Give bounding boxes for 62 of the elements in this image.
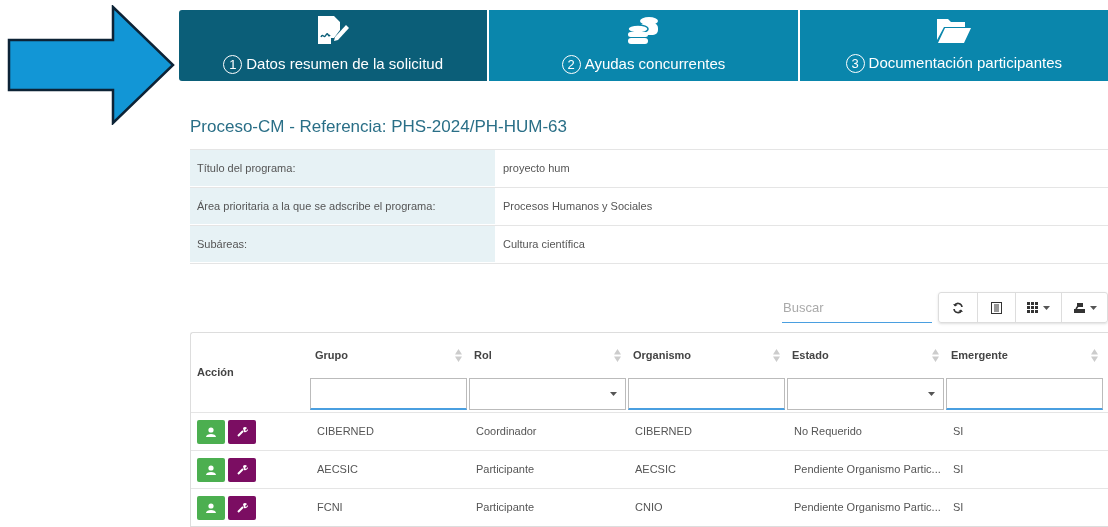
- step-tab[interactable]: 1 Datos resumen de la solicitud: [179, 10, 488, 81]
- refresh-icon: [952, 301, 964, 314]
- table-cell-text: Pendiente Organismo Partic...: [794, 500, 941, 516]
- export-icon: [1072, 301, 1086, 314]
- sort-icon: [932, 349, 939, 362]
- detail-label: Título del programa:: [190, 150, 495, 187]
- sort-icon: [1091, 349, 1098, 362]
- wrench-button[interactable]: [228, 495, 256, 520]
- filter-dropdown[interactable]: [787, 378, 944, 410]
- detail-label: Área prioritaria a la que se adscribe el programa:: [190, 188, 495, 225]
- document-pen-icon: [316, 15, 351, 45]
- caret-icon: [1043, 305, 1050, 310]
- table-cell-text: Participante: [476, 462, 535, 478]
- table-cell-text: Pendiente Organismo Partic...: [794, 462, 941, 478]
- coins-icon: [626, 15, 661, 45]
- wrench-icon: [236, 426, 248, 437]
- sort-icon: [614, 349, 621, 362]
- table-cell-text: CNIO: [635, 500, 663, 516]
- caret-icon: [610, 392, 617, 396]
- table-cell-text: SI: [953, 462, 964, 478]
- table-cell-text: SI: [953, 500, 964, 516]
- wrench-button[interactable]: [228, 457, 256, 482]
- detail-label: Subáreas:: [190, 226, 495, 263]
- filter-field[interactable]: [946, 378, 1103, 410]
- filter-field[interactable]: [628, 378, 785, 410]
- page-heading: Proceso-CM - Referencia: PHS-2024/PH-HUM-63: [190, 115, 568, 138]
- folder-icon: [935, 16, 972, 44]
- table-cell-text: AECSIC: [635, 462, 676, 478]
- detail-value: proyecto hum: [502, 161, 571, 177]
- user-icon: [206, 502, 216, 513]
- sort-icon: [455, 349, 462, 362]
- filter-field[interactable]: [310, 378, 467, 410]
- column-header[interactable]: Rol: [469, 333, 626, 378]
- detail-value: Cultura científica: [502, 237, 586, 253]
- table-cell-text: CIBERNED: [635, 424, 692, 440]
- wrench-icon: [236, 464, 248, 475]
- table-cell-text: AECSIC: [317, 462, 358, 478]
- column-header[interactable]: Organismo: [628, 333, 785, 378]
- step-tab[interactable]: 2 Ayudas concurrentes: [489, 10, 798, 81]
- user-icon: [206, 464, 216, 475]
- column-header[interactable]: Estado: [787, 333, 944, 378]
- column-header[interactable]: Grupo: [310, 333, 467, 378]
- grid-icon: [1027, 302, 1039, 313]
- wrench-icon: [236, 502, 248, 513]
- table-cell-text: SI: [953, 424, 964, 440]
- step-tab[interactable]: 3 Documentación participantes: [799, 10, 1108, 81]
- search-field[interactable]: Buscar: [782, 292, 932, 323]
- user-icon: [206, 426, 216, 437]
- caret-icon: [928, 392, 935, 396]
- column-header[interactable]: Emergente: [946, 333, 1103, 378]
- table-cell-text: Coordinador: [476, 424, 537, 440]
- table-cell-text: CIBERNED: [317, 424, 374, 440]
- sort-icon: [773, 349, 780, 362]
- detail-value: Procesos Humanos y Sociales: [502, 199, 654, 215]
- caret-icon: [1089, 305, 1097, 310]
- table-cell-text: FCNI: [317, 500, 343, 516]
- table-cell-text: Participante: [476, 500, 535, 516]
- filter-dropdown[interactable]: [469, 378, 626, 410]
- list-icon: [991, 301, 1002, 314]
- table-cell-text: No Requerido: [794, 424, 862, 440]
- column-header: Acción: [196, 365, 235, 381]
- wrench-button[interactable]: [228, 419, 256, 444]
